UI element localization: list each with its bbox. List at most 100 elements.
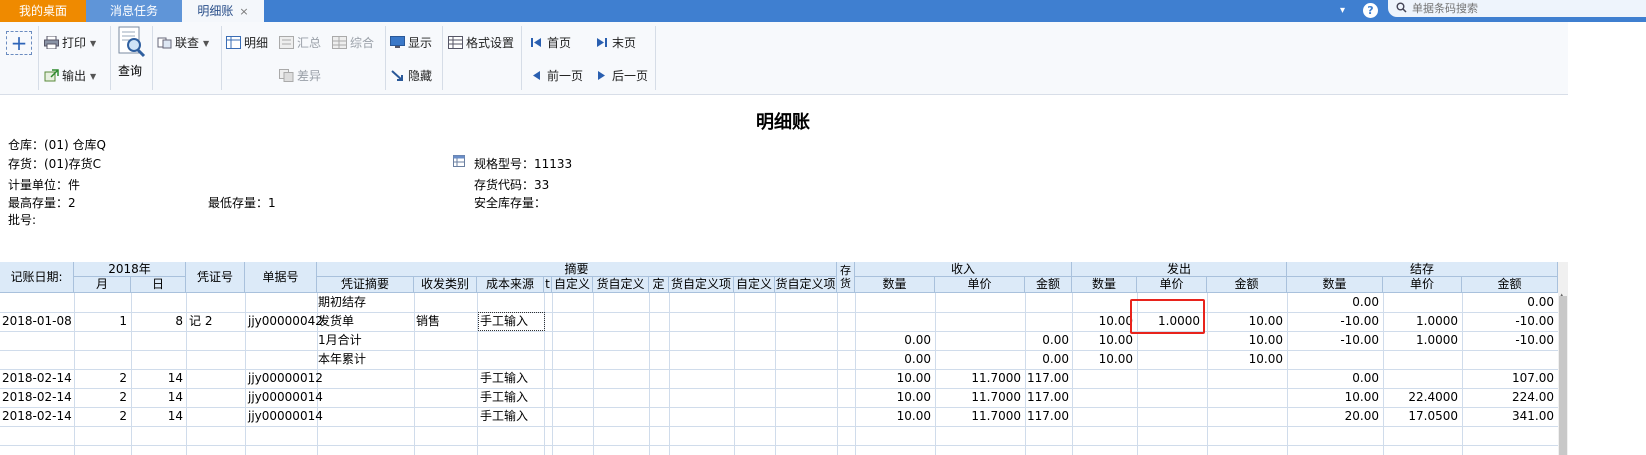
divider xyxy=(221,26,222,90)
link-icon xyxy=(157,37,172,49)
first-page-button[interactable]: 首页 xyxy=(529,33,571,53)
col-divider xyxy=(837,293,838,455)
close-icon[interactable]: × xyxy=(239,5,248,18)
tab-detail-ledger[interactable]: 明细账 × xyxy=(182,0,264,22)
show-label: 显示 xyxy=(408,36,433,50)
col-divider xyxy=(649,293,650,455)
comprehensive-button[interactable]: 综合 xyxy=(332,33,374,53)
header-custom-6: 货自定义项1 xyxy=(775,277,837,293)
detail-button[interactable]: 明细 xyxy=(226,33,268,53)
doc-cell: jjy00000014 xyxy=(248,390,323,404)
voucher-cell: 记 2 xyxy=(189,314,213,328)
help-icon[interactable]: ? xyxy=(1363,3,1378,18)
col-divider xyxy=(186,293,187,455)
link-query-button[interactable]: 联查 ▼ xyxy=(157,33,209,53)
in-qty-cell: 10.00 xyxy=(896,390,931,404)
caret-down-icon: ▼ xyxy=(203,39,210,48)
header-date: 记账日期: xyxy=(0,262,74,293)
table-icon xyxy=(332,36,347,49)
header-custom-5: 自定义项 xyxy=(734,277,775,293)
hide-arrow-icon xyxy=(391,70,403,81)
in-price-cell: 11.7000 xyxy=(971,371,1021,385)
prev-page-icon xyxy=(533,71,540,80)
difference-label: 差异 xyxy=(297,69,322,83)
header-balance-amount: 金额 xyxy=(1462,277,1558,293)
header-voucher-abstract: 凭证摘要 xyxy=(317,277,414,293)
in-amt-cell: 117.00 xyxy=(1027,371,1069,385)
in-price-cell: 11.7000 xyxy=(971,390,1021,404)
format-settings-button[interactable]: 格式设置 xyxy=(448,33,514,53)
summary-button[interactable]: 汇总 xyxy=(279,33,321,53)
bal-amt-cell: 341.00 xyxy=(1512,409,1554,423)
month-cell: 1 xyxy=(119,314,127,328)
next-page-button[interactable]: 后一页 xyxy=(594,66,648,86)
day-cell: 14 xyxy=(167,409,183,423)
in-qty-cell: 0.00 xyxy=(904,333,931,347)
doc-cell: jjy00000012 xyxy=(248,371,323,385)
format-icon xyxy=(448,36,463,49)
last-page-label: 末页 xyxy=(612,36,637,50)
divider xyxy=(152,26,153,90)
in-price-cell: 11.7000 xyxy=(971,409,1021,423)
grid-icon xyxy=(226,36,241,49)
divider xyxy=(385,26,386,90)
month-cell: 2 xyxy=(119,371,127,385)
summary-icon xyxy=(279,36,294,49)
first-page-label: 首页 xyxy=(547,36,572,50)
difference-button[interactable]: 差异 xyxy=(279,66,321,86)
hide-button[interactable]: 隐藏 xyxy=(390,66,432,86)
toolbar: + 打印 ▼ 输出 ▼ 查询 联查 ▼ 明细 汇总 综合 差异 显示 隐藏 格式设置 … xyxy=(0,22,1646,95)
monitor-icon xyxy=(390,36,405,48)
safety-stock-info: 安全库存量： xyxy=(474,196,547,210)
bal-amt-cell: 0.00 xyxy=(1527,295,1554,309)
vertical-scrollbar[interactable]: ▲ xyxy=(1558,262,1568,455)
col-divider xyxy=(552,293,553,455)
detail-label: 明细 xyxy=(244,36,269,50)
col-divider xyxy=(245,293,246,455)
header-income-amount: 金额 xyxy=(1025,277,1072,293)
header-day: 日 xyxy=(131,277,186,293)
bal-amt-cell: 107.00 xyxy=(1512,371,1554,385)
print-button[interactable]: 打印 ▼ xyxy=(44,33,96,53)
batch-info: 批号: xyxy=(8,213,37,227)
out-qty-cell: 10.00 xyxy=(1098,314,1133,328)
doc-cell: jjy00000042 xyxy=(248,314,323,328)
in-qty-cell: 10.00 xyxy=(896,409,931,423)
date-cell: 2018-02-14 xyxy=(2,409,72,423)
bal-qty-cell: 10.00 xyxy=(1344,390,1379,404)
source-cell: 手工输入 xyxy=(480,390,529,404)
divider xyxy=(38,26,39,90)
header-income: 收入 xyxy=(855,262,1072,277)
bal-price-cell: 22.4000 xyxy=(1408,390,1458,404)
bal-amt-cell: -10.00 xyxy=(1515,314,1554,328)
month-cell: 2 xyxy=(119,390,127,404)
query-label[interactable]: 查询 xyxy=(118,62,142,79)
abstract-cell: 发货单 xyxy=(318,314,355,328)
print-label: 打印 xyxy=(62,36,87,50)
query-icon[interactable] xyxy=(117,26,147,58)
chevron-down-icon[interactable]: ▾ xyxy=(1340,0,1345,22)
max-stock-info: 最高存量：2 xyxy=(8,196,76,210)
code-info: 存货代码：33 xyxy=(474,178,550,192)
export-button[interactable]: 输出 ▼ xyxy=(44,66,96,86)
header-recv-type: 收发类别 xyxy=(414,277,477,293)
scrollbar-thumb[interactable] xyxy=(1559,296,1567,455)
report-title: 明细账 xyxy=(756,112,810,133)
prev-page-button[interactable]: 前一页 xyxy=(529,66,583,86)
spec-info: 规格型号：11133 xyxy=(474,157,573,171)
bal-price-cell: 1.0000 xyxy=(1416,333,1458,347)
last-page-button[interactable]: 末页 xyxy=(594,33,636,53)
tab-message-tasks[interactable]: 消息任务 xyxy=(86,0,182,22)
search-icon[interactable] xyxy=(1396,2,1407,16)
tab-my-desktop[interactable]: 我的桌面 xyxy=(0,0,86,22)
bal-qty-cell: 0.00 xyxy=(1352,371,1379,385)
bal-qty-cell: 20.00 xyxy=(1344,409,1379,423)
add-button[interactable]: + xyxy=(6,31,32,55)
next-page-label: 后一页 xyxy=(612,69,649,83)
show-button[interactable]: 显示 xyxy=(390,33,432,53)
divider xyxy=(521,26,522,90)
in-qty-cell: 0.00 xyxy=(904,352,931,366)
header-custom-2: 货自定义项 xyxy=(593,277,649,293)
search-input[interactable] xyxy=(1412,0,1632,17)
month-cell: 2 xyxy=(119,409,127,423)
